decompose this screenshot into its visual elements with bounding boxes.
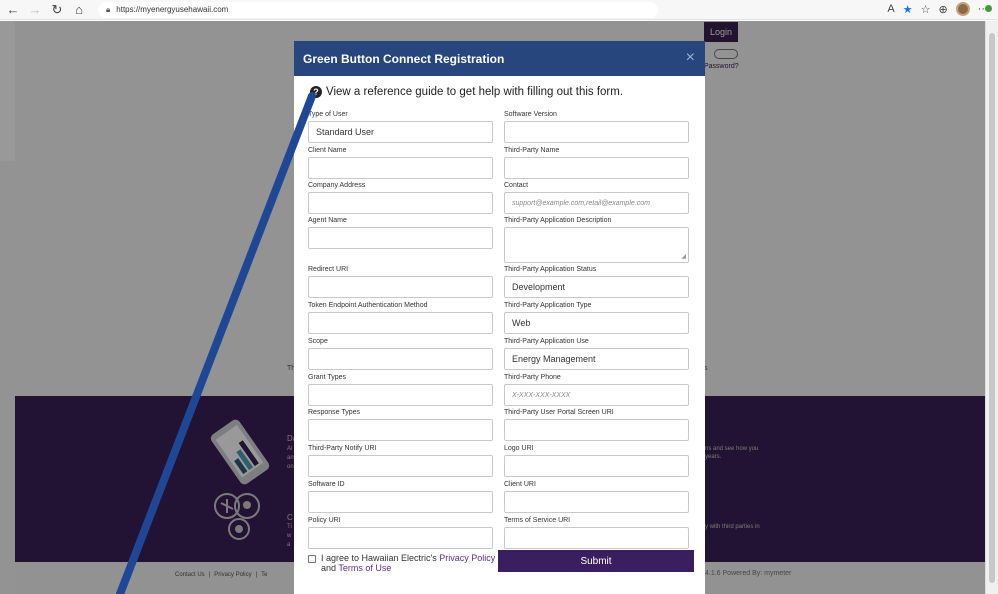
refresh-icon[interactable]: ↻ [48,1,66,19]
field-label: Logo URI [504,445,534,452]
address-bar[interactable]: 🔒︎ https://myenergyusehawaii.com [98,1,658,18]
field-label: Third-Party Application Type [504,302,592,309]
agent-name-input[interactable] [308,227,493,249]
scope-input[interactable] [308,348,493,370]
field-label: Company Address [308,182,366,189]
field-label: Terms of Service URI [504,517,571,524]
field-label: Third-Party Application Use [504,338,589,345]
software-id-input[interactable] [308,491,493,513]
collections-icon[interactable]: ⊕ [938,3,947,16]
token-endpoint-authentication-method-input[interactable] [308,312,493,334]
third-party-user-portal-screen-uri-input[interactable] [504,419,689,441]
read-aloud-icon[interactable]: A [887,3,894,15]
type-of-user-input[interactable]: Standard User [308,121,493,143]
profile-avatar[interactable] [955,2,970,16]
forward-arrow-icon[interactable]: → [26,1,44,19]
third-party-notify-uri-input[interactable] [308,455,493,477]
field-label: Contact [504,182,529,189]
submit-button[interactable]: Submit [498,550,694,572]
agree-row: I agree to Hawaiian Electric's Privacy P… [308,553,495,573]
favorite-star-icon[interactable]: ★ [903,3,913,16]
url-text: https://myenergyusehawaii.com [116,5,229,14]
browser-toolbar: ← → ↻ ⌂ 🔒︎ https://myenergyusehawaii.com… [0,0,998,20]
field-label: Agent Name [308,217,347,224]
privacy-policy-link[interactable]: Privacy Policy [439,553,495,563]
and-text: and [321,563,337,573]
registration-modal: Green Button Connect Registration × ? Vi… [294,41,705,594]
grant-types-input[interactable] [308,384,493,406]
field-label: Client URI [504,481,536,488]
terms-of-service-uri-input[interactable] [504,527,689,549]
field-label: Third-Party Phone [504,374,561,381]
field-label: Redirect URI [308,266,349,273]
resize-handle-icon[interactable]: ◢ [681,253,686,260]
favorites-icon[interactable]: ☆ [921,3,931,16]
help-icon: ? [310,86,322,98]
contact-input[interactable]: support@example.com,retail@example.com [504,192,689,214]
field-label: Software ID [308,481,345,488]
field-label: Third-Party Application Status [504,266,597,273]
third-party-application-use-input[interactable]: Energy Management [504,348,689,370]
terms-of-use-link[interactable]: Terms of Use [338,563,391,573]
field-label: Client Name [308,147,347,154]
field-label: Scope [308,338,328,345]
field-label: Grant Types [308,374,347,381]
field-label: Response Types [308,409,361,416]
extensions-icon[interactable]: ·· [978,3,992,15]
software-version-input[interactable] [504,121,689,143]
page-scrollbar[interactable] [985,21,998,594]
client-name-input[interactable] [308,157,493,179]
scrollbar-thumb[interactable] [989,33,995,583]
third-party-phone-input[interactable]: X-XXX-XXX-XXXX [504,384,689,406]
field-label: Software Version [504,111,557,118]
logo-uri-input[interactable] [504,455,689,477]
guide-text: View a reference guide to get help with … [326,86,624,98]
response-types-input[interactable] [308,419,493,441]
third-party-application-type-input[interactable]: Web [504,312,689,334]
lock-icon: 🔒︎ [106,4,111,14]
back-arrow-icon[interactable]: ← [4,1,22,19]
field-label: Token Endpoint Authentication Method [308,302,428,309]
field-label: Third-Party User Portal Screen URI [504,409,614,416]
modal-header: Green Button Connect Registration × [294,41,705,76]
close-icon[interactable]: × [686,49,695,67]
third-party-name-input[interactable] [504,157,689,179]
field-label: Third-Party Notify URI [308,445,377,452]
agree-checkbox[interactable] [308,555,316,563]
home-icon[interactable]: ⌂ [70,1,88,19]
modal-title: Green Button Connect Registration [303,51,505,66]
field-label: Type of User [308,111,348,118]
client-uri-input[interactable] [504,491,689,513]
agree-text: I agree to Hawaiian Electric's [321,553,437,563]
redirect-uri-input[interactable] [308,276,493,298]
policy-uri-input[interactable] [308,527,493,549]
field-label: Third-Party Application Description [504,217,612,224]
third-party-application-status-input[interactable]: Development [504,276,689,298]
field-label: Third-Party Name [504,147,560,154]
reference-guide-link[interactable]: ? View a reference guide to get help wit… [310,86,623,98]
field-label: Policy URI [308,517,341,524]
company-address-input[interactable] [308,192,493,214]
third-party-application-description-input[interactable]: ◢ [504,227,689,263]
